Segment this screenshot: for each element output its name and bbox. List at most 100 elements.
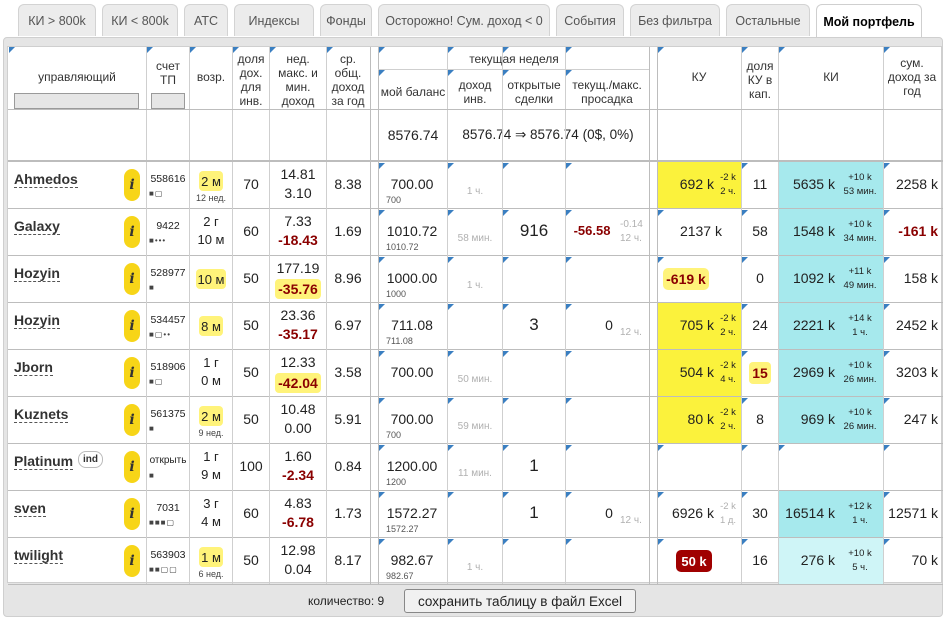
manager-name-link[interactable]: Hozyin [14, 265, 60, 282]
ki-change-time: 53 мин. [843, 186, 877, 197]
sort-marker-icon[interactable] [742, 47, 748, 53]
weekly-max: 14.81 [280, 166, 316, 182]
tab-my-portfolio[interactable]: Мой портфель [816, 4, 922, 38]
weekly-max: 177.19 [276, 260, 320, 276]
info-icon[interactable]: i [124, 310, 140, 342]
header-sum-income[interactable]: сум. доход за год [884, 55, 940, 99]
table-row[interactable]: Hozyin i 534457 ■▢•• 8 м 50 23.36 -35.17 6.97 711… [8, 303, 943, 350]
header-avg-income[interactable]: ср. общ. доход за год [327, 51, 369, 109]
header-manager[interactable]: управляющий [8, 69, 146, 85]
header-income-share[interactable]: доля дох. для инв. [233, 51, 269, 109]
tab-ki-under-800k[interactable]: КИ < 800k [102, 4, 178, 36]
table-row[interactable]: Galaxy i 9422 ■••• 2 г 10 м 60 7.33 -18.43 1.69 10… [8, 209, 943, 256]
tab-others[interactable]: Остальные [726, 4, 810, 36]
cell-marker-icon [884, 210, 890, 216]
manager-name-link[interactable]: Kuznets [14, 406, 69, 423]
header-account[interactable]: счет ТП [147, 59, 189, 87]
header-ku-share[interactable]: доля КУ в кап. [742, 51, 778, 109]
manager-name-link[interactable]: Galaxy [14, 218, 60, 235]
sort-marker-icon[interactable] [566, 70, 572, 76]
info-icon[interactable]: i [124, 169, 140, 201]
ki-change: +14 k [848, 313, 872, 324]
sort-marker-icon[interactable] [884, 47, 890, 53]
cell-marker-icon [742, 210, 748, 216]
info-icon[interactable]: i [124, 216, 140, 248]
sort-marker-icon[interactable] [503, 47, 509, 53]
header-investor-income[interactable]: доход инв. [448, 77, 502, 107]
weekly-min: -18.43 [278, 232, 318, 248]
header-weekly-max-min[interactable]: нед. макс. и мин. доход [270, 51, 326, 109]
account-number[interactable]: открыть [146, 455, 190, 466]
tab-indices[interactable]: Индексы [234, 4, 314, 36]
sort-marker-icon[interactable] [503, 70, 509, 76]
sort-marker-icon[interactable] [190, 47, 196, 53]
tab-caution[interactable]: Осторожно! Сум. доход < 0 [378, 4, 550, 36]
table-row[interactable]: Platinum ind i открыть ■ 1 г 9 м 100 1.60 -2.34 0.… [8, 444, 943, 491]
account-filter-input[interactable] [151, 93, 185, 109]
header-drawdown[interactable]: текущ./макс. просадка [566, 77, 648, 107]
table-row[interactable]: Ahmedos i 558616 ■▢ 2 м 12 нед. 70 14.81 3.10 8.3… [8, 162, 943, 209]
sort-marker-icon[interactable] [233, 47, 239, 53]
save-excel-button[interactable]: сохранить таблицу в файл Excel [404, 589, 636, 613]
manager-name-link[interactable]: Ahmedos [14, 171, 78, 188]
header-age[interactable]: возр. [190, 69, 232, 85]
info-icon[interactable]: i [124, 357, 140, 389]
column-divider [269, 47, 270, 584]
sort-marker-icon[interactable] [779, 47, 785, 53]
sort-marker-icon[interactable] [147, 47, 153, 53]
tab-funds[interactable]: Фонды [320, 4, 372, 36]
table-row[interactable]: twilight i 563903 ■■▢▢ 1 м 6 нед. 50 12.98 0.04 8… [8, 538, 943, 585]
tab-events[interactable]: События [556, 4, 624, 36]
sort-marker-icon[interactable] [658, 47, 664, 53]
sort-marker-icon[interactable] [566, 47, 572, 53]
manager-name-link[interactable]: twilight [14, 547, 63, 564]
tab-ats[interactable]: АТС [184, 4, 228, 36]
sort-marker-icon[interactable] [327, 47, 333, 53]
ku-share: 11 [752, 176, 768, 192]
age-badge: 2 м [199, 171, 223, 191]
ki-value: 16514 k [785, 505, 835, 521]
manager-filter-input[interactable] [14, 93, 139, 109]
investor-income-time: 50 мин. [457, 374, 493, 385]
table-row[interactable]: sven i 7031 ■■■▢ 3 г 4 м 60 4.83 -6.78 1.73 1572.2… [8, 491, 943, 538]
manager-name-link[interactable]: sven [14, 500, 46, 517]
ku-change: -2 k [720, 501, 736, 512]
age-value-months: 10 м [197, 232, 225, 247]
tab-no-filter[interactable]: Без фильтра [630, 4, 720, 36]
table-row[interactable]: Kuznets i 561375 ■ 2 м 9 нед. 50 10.48 0.00 5.91 7… [8, 397, 943, 444]
sort-marker-icon[interactable] [379, 47, 385, 53]
investor-income-time: 11 мин. [458, 468, 492, 479]
sort-marker-icon[interactable] [9, 47, 15, 53]
manager-name-link[interactable]: Jborn [14, 359, 53, 376]
sort-marker-icon[interactable] [270, 47, 276, 53]
age-badge: 10 м [196, 269, 226, 289]
cell-marker-icon [503, 445, 509, 451]
weekly-min: 0.04 [284, 561, 312, 577]
info-icon[interactable]: i [124, 404, 140, 436]
manager-name-link[interactable]: Platinum [14, 453, 74, 470]
ki-value: 1548 k [792, 223, 835, 239]
header-ku[interactable]: КУ [657, 69, 741, 85]
column-divider [326, 47, 327, 584]
info-icon[interactable]: i [124, 545, 140, 577]
manager-name-link[interactable]: Hozyin [14, 312, 60, 329]
info-icon[interactable]: i [124, 498, 140, 530]
income-share: 60 [243, 223, 259, 239]
table-row[interactable]: Hozyin i 528977 ■ 10 м 50 177.19 -35.76 8.96 1000… [8, 256, 943, 303]
info-icon[interactable]: i [124, 451, 140, 483]
cell-marker-icon [566, 398, 572, 404]
cell-marker-icon [503, 492, 509, 498]
ku-value: 80 k [687, 411, 714, 427]
header-my-balance[interactable]: мой баланс [379, 77, 447, 107]
sort-marker-icon[interactable] [448, 47, 454, 53]
header-open-deals[interactable]: открытые сделки [503, 77, 565, 107]
sort-marker-icon[interactable] [448, 70, 454, 76]
tab-ki-over-800k[interactable]: КИ > 800k [18, 4, 96, 36]
cell-marker-icon [566, 210, 572, 216]
header-ki[interactable]: КИ [779, 69, 883, 85]
info-icon[interactable]: i [124, 263, 140, 295]
sort-marker-icon[interactable] [379, 70, 385, 76]
weekly-min: -6.78 [282, 514, 314, 530]
table-row[interactable]: Jborn i 518906 ■▢ 1 г 0 м 50 12.33 -42.04 3.58 700… [8, 350, 943, 397]
ki-value: 2969 k [792, 364, 835, 380]
